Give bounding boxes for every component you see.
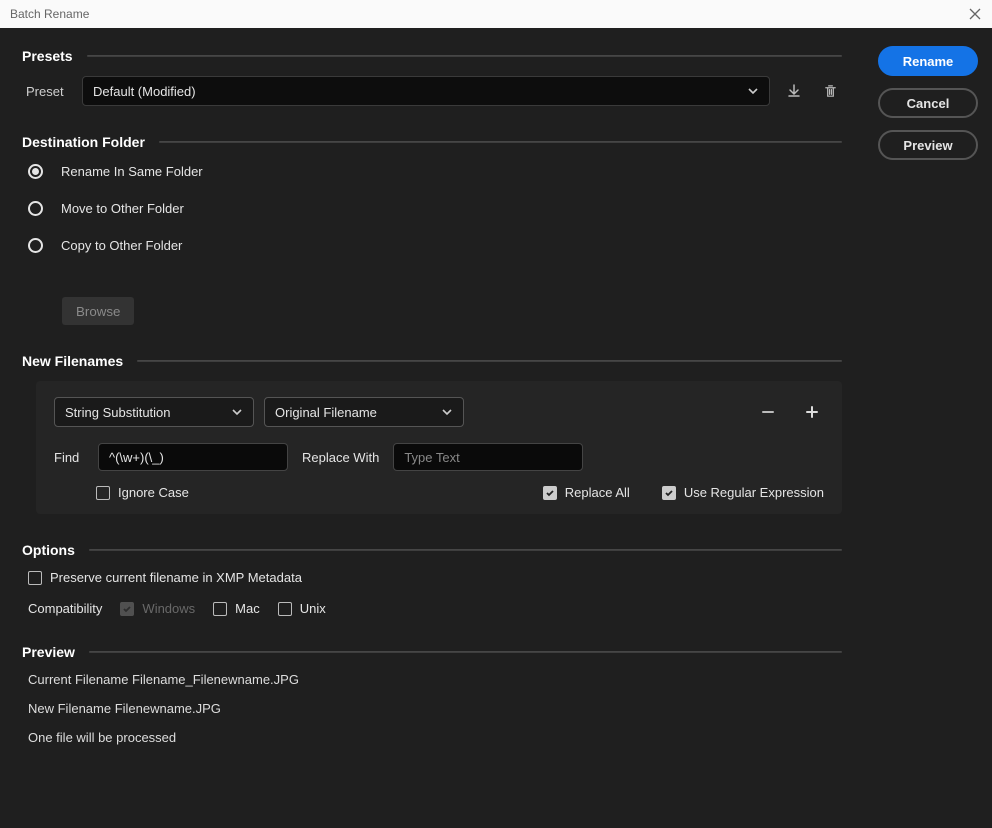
preview-summary: One file will be processed [28,730,842,745]
checkbox-icon [28,571,42,585]
checkbox-label: Use Regular Expression [684,485,824,500]
rule-type-value: String Substitution [65,405,223,420]
options-section: Options Preserve current filename in XMP… [22,542,842,616]
destination-heading: Destination Folder [22,134,145,150]
browse-button: Browse [62,297,134,325]
radio-label: Move to Other Folder [61,201,184,216]
delete-preset-icon[interactable] [818,79,842,103]
checkbox-icon [662,486,676,500]
main-panel: Presets Preset Default (Modified) [0,28,864,828]
preview-current-filename: Current Filename Filename_Filenewname.JP… [28,672,842,687]
dest-radio-copy-folder[interactable]: Copy to Other Folder [28,238,842,253]
titlebar: Batch Rename [0,0,992,28]
use-regex-checkbox[interactable]: Use Regular Expression [662,485,824,500]
compat-mac-checkbox[interactable]: Mac [213,601,260,616]
radio-label: Copy to Other Folder [61,238,182,253]
window-title: Batch Rename [10,7,89,21]
action-sidebar: Rename Cancel Preview [864,28,992,828]
chevron-down-icon [747,85,759,97]
checkbox-icon [278,602,292,616]
replace-all-checkbox[interactable]: Replace All [543,485,630,500]
preserve-xmp-checkbox[interactable]: Preserve current filename in XMP Metadat… [28,570,842,585]
checkbox-label: Mac [235,601,260,616]
checkbox-icon [213,602,227,616]
find-input[interactable] [98,443,288,471]
radio-label: Rename In Same Folder [61,164,203,179]
new-filenames-section: New Filenames String Substitution Origin… [22,353,842,514]
rename-button[interactable]: Rename [878,46,978,76]
radio-icon [28,164,43,179]
chevron-down-icon [231,406,243,418]
compat-windows-checkbox: Windows [120,601,195,616]
radio-icon [28,201,43,216]
preset-dropdown-value: Default (Modified) [93,84,747,99]
compat-unix-checkbox[interactable]: Unix [278,601,326,616]
close-icon[interactable] [968,7,982,21]
preview-button[interactable]: Preview [878,130,978,160]
preview-heading: Preview [22,644,75,660]
new-filenames-heading: New Filenames [22,353,123,369]
compatibility-label: Compatibility [28,601,102,616]
checkbox-label: Ignore Case [118,485,189,500]
find-label: Find [54,450,84,465]
ignore-case-checkbox[interactable]: Ignore Case [96,485,189,500]
rule-type-dropdown[interactable]: String Substitution [54,397,254,427]
rule-source-value: Original Filename [275,405,433,420]
presets-section: Presets Preset Default (Modified) [22,48,842,106]
options-heading: Options [22,542,75,558]
radio-icon [28,238,43,253]
rule-panel: String Substitution Original Filename [36,381,842,514]
checkbox-label: Preserve current filename in XMP Metadat… [50,570,302,585]
preview-new-filename: New Filename Filenewname.JPG [28,701,842,716]
add-rule-icon[interactable] [800,400,824,424]
replace-input[interactable] [393,443,583,471]
cancel-button[interactable]: Cancel [878,88,978,118]
save-preset-icon[interactable] [782,79,806,103]
checkbox-label: Unix [300,601,326,616]
checkbox-label: Replace All [565,485,630,500]
checkbox-label: Windows [142,601,195,616]
checkbox-icon [96,486,110,500]
checkbox-icon [543,486,557,500]
dest-radio-move-folder[interactable]: Move to Other Folder [28,201,842,216]
replace-with-label: Replace With [302,450,379,465]
chevron-down-icon [441,406,453,418]
destination-section: Destination Folder Rename In Same Folder… [22,134,842,325]
checkbox-icon [120,602,134,616]
rule-source-dropdown[interactable]: Original Filename [264,397,464,427]
preview-section: Preview Current Filename Filename_Filene… [22,644,842,745]
dest-radio-same-folder[interactable]: Rename In Same Folder [28,164,842,179]
preset-label: Preset [26,84,70,99]
presets-heading: Presets [22,48,73,64]
remove-rule-icon[interactable] [756,400,780,424]
preset-dropdown[interactable]: Default (Modified) [82,76,770,106]
